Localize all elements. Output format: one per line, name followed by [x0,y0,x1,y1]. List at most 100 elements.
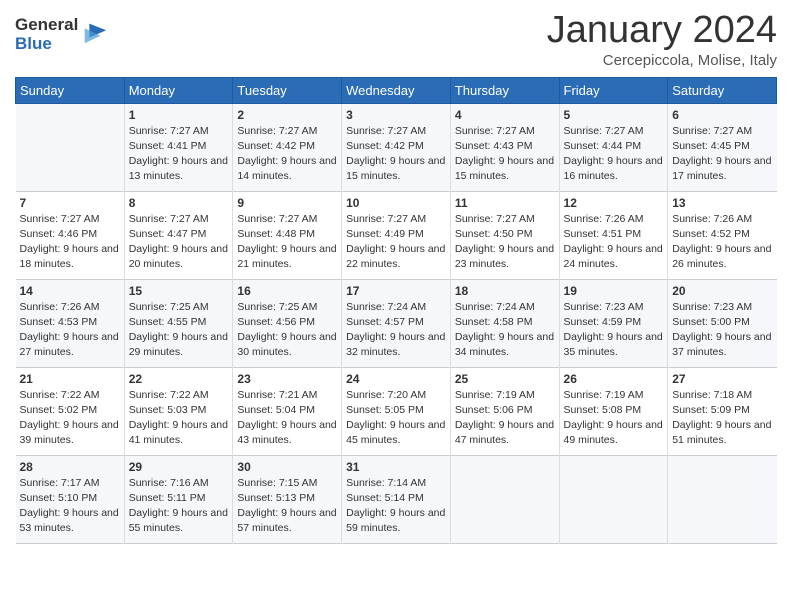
day-number: 20 [672,284,772,298]
calendar-cell: 12 Sunrise: 7:26 AMSunset: 4:51 PMDayligh… [559,191,668,279]
location: Cercepiccola, Molise, Italy [547,52,777,69]
day-number: 12 [564,196,664,210]
day-number: 31 [346,460,446,474]
calendar-cell: 1 Sunrise: 7:27 AMSunset: 4:41 PMDaylight… [124,103,233,191]
weekday-header-friday: Friday [559,77,668,103]
day-number: 7 [20,196,120,210]
cell-text: Sunrise: 7:27 AMSunset: 4:48 PMDaylight:… [237,213,336,271]
calendar-cell: 6 Sunrise: 7:27 AMSunset: 4:45 PMDaylight… [668,103,777,191]
day-number: 23 [237,372,337,386]
calendar-cell: 18 Sunrise: 7:24 AMSunset: 4:58 PMDayligh… [450,279,559,367]
page-header: General Blue January 2024 Cercepiccola, … [15,10,777,69]
cell-text: Sunrise: 7:23 AMSunset: 4:59 PMDaylight:… [564,301,663,359]
day-number: 18 [455,284,555,298]
calendar-cell: 10Sunrise: 7:27 AMSunset: 4:49 PMDayligh… [342,191,451,279]
day-number: 26 [564,372,664,386]
cell-text: Sunrise: 7:26 AMSunset: 4:51 PMDaylight:… [564,213,663,271]
weekday-header-tuesday: Tuesday [233,77,342,103]
calendar-week-row: 21Sunrise: 7:22 AMSunset: 5:02 PMDayligh… [16,367,777,455]
cell-text: Sunrise: 7:15 AMSunset: 5:13 PMDaylight:… [237,477,336,535]
cell-text: Sunrise: 7:21 AMSunset: 5:04 PMDaylight:… [237,389,336,447]
calendar-cell: 7 Sunrise: 7:27 AMSunset: 4:46 PMDaylight… [16,191,125,279]
day-number: 8 [129,196,229,210]
day-number: 22 [129,372,229,386]
day-number: 28 [20,460,120,474]
day-number: 29 [129,460,229,474]
calendar-cell: 20 Sunrise: 7:23 AMSunset: 5:00 PMDayligh… [668,279,777,367]
calendar-cell: 19Sunrise: 7:23 AMSunset: 4:59 PMDayligh… [559,279,668,367]
calendar-table: SundayMondayTuesdayWednesdayThursdayFrid… [15,77,777,544]
cell-text: Sunrise: 7:25 AMSunset: 4:56 PMDaylight:… [237,301,336,359]
weekday-header-wednesday: Wednesday [342,77,451,103]
weekday-header-monday: Monday [124,77,233,103]
cell-text: Sunrise: 7:27 AMSunset: 4:41 PMDaylight:… [129,125,228,183]
day-number: 14 [20,284,120,298]
cell-text: Sunrise: 7:25 AMSunset: 4:55 PMDaylight:… [129,301,228,359]
cell-text: Sunrise: 7:27 AMSunset: 4:50 PMDaylight:… [455,213,554,271]
cell-text: Sunrise: 7:26 AMSunset: 4:52 PMDaylight:… [672,213,771,271]
cell-text: Sunrise: 7:24 AMSunset: 4:58 PMDaylight:… [455,301,554,359]
logo-icon [80,19,108,47]
cell-text: Sunrise: 7:27 AMSunset: 4:46 PMDaylight:… [20,213,119,271]
weekday-header-row: SundayMondayTuesdayWednesdayThursdayFrid… [16,77,777,103]
cell-text: Sunrise: 7:17 AMSunset: 5:10 PMDaylight:… [20,477,119,535]
logo-general: General [15,16,78,35]
cell-text: Sunrise: 7:27 AMSunset: 4:45 PMDaylight:… [672,125,771,183]
day-number: 6 [672,108,772,122]
cell-text: Sunrise: 7:27 AMSunset: 4:47 PMDaylight:… [129,213,228,271]
cell-text: Sunrise: 7:26 AMSunset: 4:53 PMDaylight:… [20,301,119,359]
day-number: 4 [455,108,555,122]
calendar-cell: 5 Sunrise: 7:27 AMSunset: 4:44 PMDaylight… [559,103,668,191]
day-number: 30 [237,460,337,474]
calendar-cell: 15 Sunrise: 7:25 AMSunset: 4:55 PMDayligh… [124,279,233,367]
calendar-cell: 29 Sunrise: 7:16 AMSunset: 5:11 PMDayligh… [124,455,233,543]
cell-text: Sunrise: 7:27 AMSunset: 4:49 PMDaylight:… [346,213,445,271]
calendar-cell: 26 Sunrise: 7:19 AMSunset: 5:08 PMDayligh… [559,367,668,455]
calendar-week-row: 7 Sunrise: 7:27 AMSunset: 4:46 PMDaylight… [16,191,777,279]
cell-text: Sunrise: 7:24 AMSunset: 4:57 PMDaylight:… [346,301,445,359]
calendar-cell: 31 Sunrise: 7:14 AMSunset: 5:14 PMDayligh… [342,455,451,543]
cell-text: Sunrise: 7:19 AMSunset: 5:08 PMDaylight:… [564,389,663,447]
day-number: 24 [346,372,446,386]
day-number: 16 [237,284,337,298]
calendar-cell: 11 Sunrise: 7:27 AMSunset: 4:50 PMDayligh… [450,191,559,279]
day-number: 1 [129,108,229,122]
day-number: 11 [455,196,555,210]
calendar-cell: 23 Sunrise: 7:21 AMSunset: 5:04 PMDayligh… [233,367,342,455]
day-number: 27 [672,372,772,386]
calendar-cell: 30 Sunrise: 7:15 AMSunset: 5:13 PMDayligh… [233,455,342,543]
calendar-cell: 28 Sunrise: 7:17 AMSunset: 5:10 PMDayligh… [16,455,125,543]
calendar-cell: 14 Sunrise: 7:26 AMSunset: 4:53 PMDayligh… [16,279,125,367]
calendar-cell [559,455,668,543]
cell-text: Sunrise: 7:16 AMSunset: 5:11 PMDaylight:… [129,477,228,535]
calendar-cell: 13 Sunrise: 7:26 AMSunset: 4:52 PMDayligh… [668,191,777,279]
title-block: January 2024 Cercepiccola, Molise, Italy [547,10,777,69]
weekday-header-sunday: Sunday [16,77,125,103]
weekday-header-saturday: Saturday [668,77,777,103]
calendar-cell [668,455,777,543]
calendar-cell: 8 Sunrise: 7:27 AMSunset: 4:47 PMDaylight… [124,191,233,279]
day-number: 2 [237,108,337,122]
cell-text: Sunrise: 7:23 AMSunset: 5:00 PMDaylight:… [672,301,771,359]
cell-text: Sunrise: 7:22 AMSunset: 5:02 PMDaylight:… [20,389,119,447]
month-title: January 2024 [547,10,777,52]
calendar-cell: 22 Sunrise: 7:22 AMSunset: 5:03 PMDayligh… [124,367,233,455]
day-number: 5 [564,108,664,122]
cell-text: Sunrise: 7:22 AMSunset: 5:03 PMDaylight:… [129,389,228,447]
day-number: 15 [129,284,229,298]
logo: General Blue [15,16,108,53]
day-number: 9 [237,196,337,210]
cell-text: Sunrise: 7:19 AMSunset: 5:06 PMDaylight:… [455,389,554,447]
day-number: 13 [672,196,772,210]
calendar-cell: 17Sunrise: 7:24 AMSunset: 4:57 PMDayligh… [342,279,451,367]
weekday-header-thursday: Thursday [450,77,559,103]
calendar-cell: 4Sunrise: 7:27 AMSunset: 4:43 PMDaylight… [450,103,559,191]
day-number: 25 [455,372,555,386]
cell-text: Sunrise: 7:18 AMSunset: 5:09 PMDaylight:… [672,389,771,447]
cell-text: Sunrise: 7:14 AMSunset: 5:14 PMDaylight:… [346,477,445,535]
calendar-cell: 25 Sunrise: 7:19 AMSunset: 5:06 PMDayligh… [450,367,559,455]
calendar-cell [16,103,125,191]
cell-text: Sunrise: 7:27 AMSunset: 4:44 PMDaylight:… [564,125,663,183]
calendar-cell: 2Sunrise: 7:27 AMSunset: 4:42 PMDaylight… [233,103,342,191]
day-number: 3 [346,108,446,122]
